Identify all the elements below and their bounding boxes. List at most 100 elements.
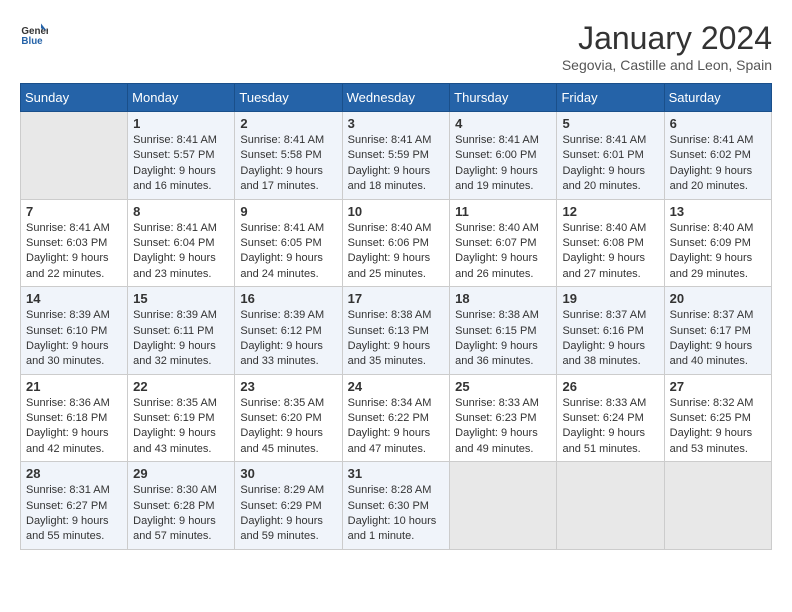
weekday-row: SundayMondayTuesdayWednesdayThursdayFrid… (21, 84, 772, 112)
day-info: Sunrise: 8:41 AMSunset: 6:01 PMDaylight:… (562, 133, 658, 195)
calendar-cell (557, 462, 664, 550)
calendar-cell: 13 Sunrise: 8:40 AMSunset: 6:09 PMDayligh… (664, 199, 771, 287)
day-number: 9 (240, 204, 336, 219)
day-info: Sunrise: 8:28 AMSunset: 6:30 PMDaylight:… (348, 483, 445, 545)
calendar-cell: 31Sunrise: 8:28 AMSunset: 6:30 PMDayligh… (342, 462, 450, 550)
calendar-cell: 6 Sunrise: 8:41 AMSunset: 6:02 PMDaylight… (664, 112, 771, 200)
day-info: Sunrise: 8:31 AMSunset: 6:27 PMDaylight:… (26, 483, 122, 545)
calendar-cell: 15 Sunrise: 8:39 AMSunset: 6:11 PMDayligh… (128, 287, 235, 375)
calendar-cell: 26 Sunrise: 8:33 AMSunset: 6:24 PMDayligh… (557, 374, 664, 462)
calendar-cell: 22Sunrise: 8:35 AMSunset: 6:19 PMDayligh… (128, 374, 235, 462)
calendar-cell: 4Sunrise: 8:41 AMSunset: 6:00 PMDaylight… (450, 112, 557, 200)
day-number: 22 (133, 379, 229, 394)
day-info: Sunrise: 8:41 AMSunset: 6:03 PMDaylight:… (26, 221, 122, 283)
calendar-cell: 9 Sunrise: 8:41 AMSunset: 6:05 PMDaylight… (235, 199, 342, 287)
calendar-cell: 11Sunrise: 8:40 AMSunset: 6:07 PMDayligh… (450, 199, 557, 287)
calendar-cell (664, 462, 771, 550)
day-info: Sunrise: 8:38 AMSunset: 6:13 PMDaylight:… (348, 308, 445, 370)
day-info: Sunrise: 8:41 AMSunset: 6:02 PMDaylight:… (670, 133, 766, 195)
day-info: Sunrise: 8:40 AMSunset: 6:07 PMDaylight:… (455, 221, 551, 283)
calendar-cell: 24 Sunrise: 8:34 AMSunset: 6:22 PMDayligh… (342, 374, 450, 462)
day-info: Sunrise: 8:38 AMSunset: 6:15 PMDaylight:… (455, 308, 551, 370)
day-number: 12 (562, 204, 658, 219)
day-info: Sunrise: 8:39 AMSunset: 6:11 PMDaylight:… (133, 308, 229, 370)
calendar-cell: 16 Sunrise: 8:39 AMSunset: 6:12 PMDayligh… (235, 287, 342, 375)
day-number: 14 (26, 291, 122, 306)
day-info: Sunrise: 8:37 AMSunset: 6:17 PMDaylight:… (670, 308, 766, 370)
day-info: Sunrise: 8:37 AMSunset: 6:16 PMDaylight:… (562, 308, 658, 370)
day-number: 15 (133, 291, 229, 306)
calendar-week-row: 14 Sunrise: 8:39 AMSunset: 6:10 PMDayligh… (21, 287, 772, 375)
calendar-table: SundayMondayTuesdayWednesdayThursdayFrid… (20, 83, 772, 550)
weekday-header: Monday (128, 84, 235, 112)
calendar-cell (21, 112, 128, 200)
day-info: Sunrise: 8:33 AMSunset: 6:24 PMDaylight:… (562, 396, 658, 458)
day-info: Sunrise: 8:33 AMSunset: 6:23 PMDaylight:… (455, 396, 551, 458)
calendar-cell: 1 Sunrise: 8:41 AMSunset: 5:57 PMDaylight… (128, 112, 235, 200)
calendar-cell (450, 462, 557, 550)
logo-icon: General Blue (20, 20, 48, 48)
calendar-body: 1 Sunrise: 8:41 AMSunset: 5:57 PMDaylight… (21, 112, 772, 550)
day-number: 30 (240, 466, 336, 481)
calendar-week-row: 1 Sunrise: 8:41 AMSunset: 5:57 PMDaylight… (21, 112, 772, 200)
weekday-header: Tuesday (235, 84, 342, 112)
calendar-cell: 18 Sunrise: 8:38 AMSunset: 6:15 PMDayligh… (450, 287, 557, 375)
day-info: Sunrise: 8:30 AMSunset: 6:28 PMDaylight:… (133, 483, 229, 545)
calendar-cell: 25Sunrise: 8:33 AMSunset: 6:23 PMDayligh… (450, 374, 557, 462)
calendar-cell: 23Sunrise: 8:35 AMSunset: 6:20 PMDayligh… (235, 374, 342, 462)
day-number: 2 (240, 116, 336, 131)
calendar-cell: 8 Sunrise: 8:41 AMSunset: 6:04 PMDaylight… (128, 199, 235, 287)
day-info: Sunrise: 8:41 AMSunset: 5:58 PMDaylight:… (240, 133, 336, 195)
weekday-header: Wednesday (342, 84, 450, 112)
day-info: Sunrise: 8:29 AMSunset: 6:29 PMDaylight:… (240, 483, 336, 545)
weekday-header: Friday (557, 84, 664, 112)
calendar-cell: 30 Sunrise: 8:29 AMSunset: 6:29 PMDayligh… (235, 462, 342, 550)
day-info: Sunrise: 8:39 AMSunset: 6:12 PMDaylight:… (240, 308, 336, 370)
calendar-cell: 7 Sunrise: 8:41 AMSunset: 6:03 PMDaylight… (21, 199, 128, 287)
day-info: Sunrise: 8:41 AMSunset: 5:59 PMDaylight:… (348, 133, 445, 195)
day-info: Sunrise: 8:40 AMSunset: 6:06 PMDaylight:… (348, 221, 445, 283)
day-number: 6 (670, 116, 766, 131)
day-info: Sunrise: 8:36 AMSunset: 6:18 PMDaylight:… (26, 396, 122, 458)
calendar-cell: 19Sunrise: 8:37 AMSunset: 6:16 PMDayligh… (557, 287, 664, 375)
day-number: 21 (26, 379, 122, 394)
calendar-cell: 14 Sunrise: 8:39 AMSunset: 6:10 PMDayligh… (21, 287, 128, 375)
day-number: 18 (455, 291, 551, 306)
calendar-cell: 3Sunrise: 8:41 AMSunset: 5:59 PMDaylight… (342, 112, 450, 200)
day-info: Sunrise: 8:34 AMSunset: 6:22 PMDaylight:… (348, 396, 445, 458)
weekday-header: Sunday (21, 84, 128, 112)
day-info: Sunrise: 8:41 AMSunset: 6:05 PMDaylight:… (240, 221, 336, 283)
day-number: 26 (562, 379, 658, 394)
day-number: 1 (133, 116, 229, 131)
day-info: Sunrise: 8:41 AMSunset: 6:00 PMDaylight:… (455, 133, 551, 195)
calendar-cell: 21 Sunrise: 8:36 AMSunset: 6:18 PMDayligh… (21, 374, 128, 462)
day-info: Sunrise: 8:41 AMSunset: 5:57 PMDaylight:… (133, 133, 229, 195)
day-info: Sunrise: 8:39 AMSunset: 6:10 PMDaylight:… (26, 308, 122, 370)
logo: General Blue (20, 20, 48, 48)
calendar-cell: 12 Sunrise: 8:40 AMSunset: 6:08 PMDayligh… (557, 199, 664, 287)
day-number: 29 (133, 466, 229, 481)
calendar-cell: 5 Sunrise: 8:41 AMSunset: 6:01 PMDaylight… (557, 112, 664, 200)
calendar-cell: 2 Sunrise: 8:41 AMSunset: 5:58 PMDaylight… (235, 112, 342, 200)
subtitle: Segovia, Castille and Leon, Spain (562, 57, 772, 73)
day-info: Sunrise: 8:40 AMSunset: 6:08 PMDaylight:… (562, 221, 658, 283)
main-title: January 2024 (562, 20, 772, 57)
day-number: 24 (348, 379, 445, 394)
calendar-cell: 10Sunrise: 8:40 AMSunset: 6:06 PMDayligh… (342, 199, 450, 287)
calendar-cell: 29 Sunrise: 8:30 AMSunset: 6:28 PMDayligh… (128, 462, 235, 550)
calendar-cell: 28Sunrise: 8:31 AMSunset: 6:27 PMDayligh… (21, 462, 128, 550)
day-info: Sunrise: 8:40 AMSunset: 6:09 PMDaylight:… (670, 221, 766, 283)
day-number: 13 (670, 204, 766, 219)
day-number: 8 (133, 204, 229, 219)
calendar-cell: 20 Sunrise: 8:37 AMSunset: 6:17 PMDayligh… (664, 287, 771, 375)
day-number: 20 (670, 291, 766, 306)
day-number: 5 (562, 116, 658, 131)
day-number: 7 (26, 204, 122, 219)
weekday-header: Thursday (450, 84, 557, 112)
day-info: Sunrise: 8:41 AMSunset: 6:04 PMDaylight:… (133, 221, 229, 283)
calendar-week-row: 7 Sunrise: 8:41 AMSunset: 6:03 PMDaylight… (21, 199, 772, 287)
weekday-header: Saturday (664, 84, 771, 112)
day-number: 16 (240, 291, 336, 306)
calendar-cell: 27Sunrise: 8:32 AMSunset: 6:25 PMDayligh… (664, 374, 771, 462)
day-number: 23 (240, 379, 336, 394)
